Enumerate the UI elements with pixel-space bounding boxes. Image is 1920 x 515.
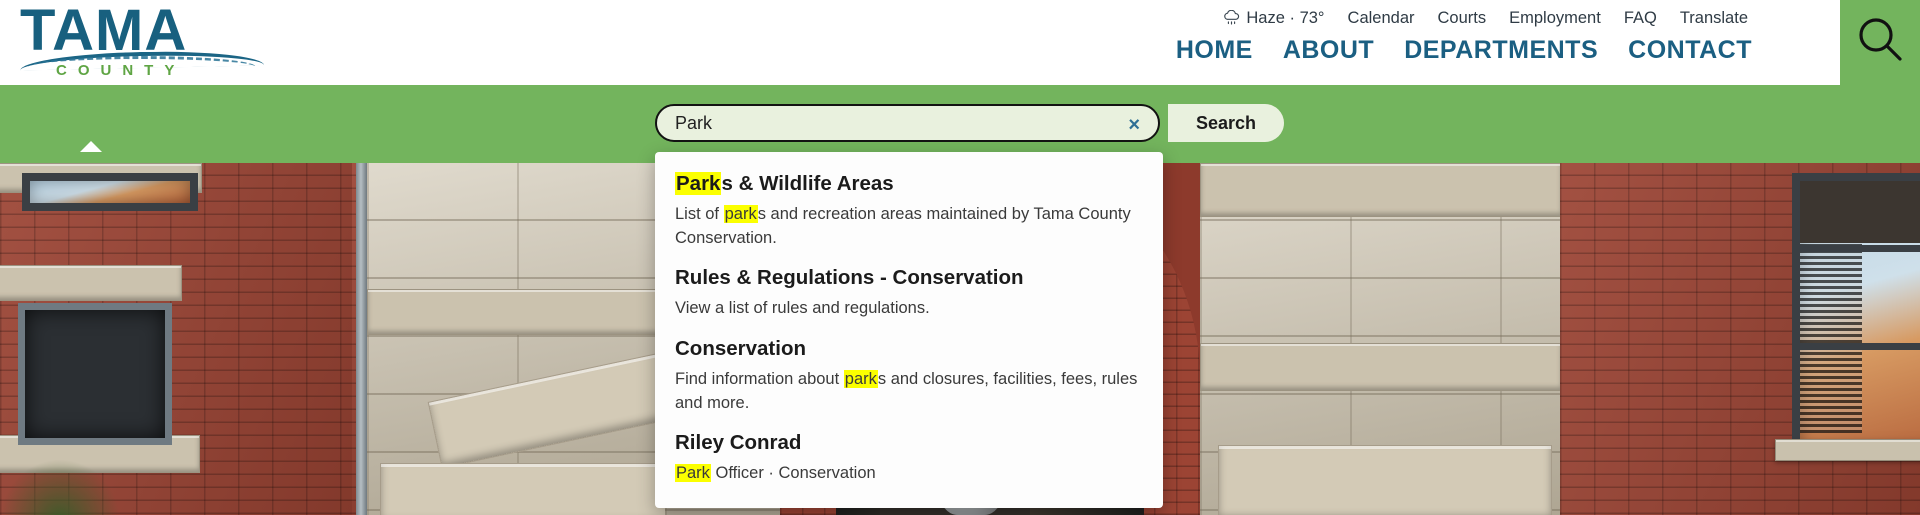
suggestion-item[interactable]: Riley Conrad Park Officer · Conservation [655,423,1163,494]
search-submit-button[interactable]: Search [1168,104,1285,142]
suggestion-title: Rules & Regulations - Conservation [675,266,1024,290]
highlight-term: Park [675,172,722,195]
utility-link-translate[interactable]: Translate [1680,9,1748,28]
search-toggle-button[interactable] [1840,0,1920,85]
suggestion-item[interactable]: Parks & Wildlife Areas List of parks and… [655,164,1163,258]
suggestion-description: Park Officer · Conservation [675,464,876,483]
search-input[interactable] [673,111,1107,135]
suggestion-description: View a list of rules and regulations. [675,299,930,318]
weather-status: Haze · 73° [1222,9,1325,28]
utility-link-faq[interactable]: FAQ [1624,9,1657,28]
suggestion-title: Conservation [675,337,806,361]
nav-item-departments[interactable]: DEPARTMENTS [1404,36,1598,65]
suggestion-item[interactable]: Rules & Regulations - Conservation View … [655,258,1163,329]
nav-item-home[interactable]: HOME [1176,36,1253,65]
suggestion-description: Find information about parks and closure… [675,369,1138,412]
main-nav: HOME ABOUT DEPARTMENTS CONTACT [1176,36,1752,65]
site-header: TAMA COUNTY Haze · 73° Calendar Courts E… [0,0,1840,85]
search-field[interactable]: × [655,104,1160,142]
search-form: × Search [655,104,1285,142]
utility-link-calendar[interactable]: Calendar [1348,9,1415,28]
utility-link-courts[interactable]: Courts [1438,9,1487,28]
nav-item-about[interactable]: ABOUT [1283,36,1374,65]
search-icon [1854,14,1906,71]
clear-search-button[interactable]: × [1124,113,1144,137]
utility-link-employment[interactable]: Employment [1509,9,1601,28]
search-suggestions-dropdown: Parks & Wildlife Areas List of parks and… [655,152,1163,509]
site-logo[interactable]: TAMA COUNTY [14,2,265,79]
cloud-drizzle-icon [1222,10,1241,27]
suggestion-title: Parks & Wildlife Areas [675,172,894,195]
nav-item-contact[interactable]: CONTACT [1628,36,1752,65]
weather-text: Haze · 73° [1246,9,1325,27]
suggestion-item[interactable]: Conservation Find information about park… [655,329,1163,423]
highlight-term: park [843,369,878,388]
logo-subtext: COUNTY [56,62,186,79]
utility-nav: Haze · 73° Calendar Courts Employment FA… [1222,9,1748,28]
suggestion-description: List of parks and recreation areas maint… [675,204,1131,247]
highlight-term: park [723,204,758,223]
suggestion-title: Riley Conrad [675,431,802,455]
page-root: O U S E TAMA COUNTY [0,0,1920,515]
highlight-term: Park [675,464,711,483]
dropdown-caret-icon [80,141,102,152]
